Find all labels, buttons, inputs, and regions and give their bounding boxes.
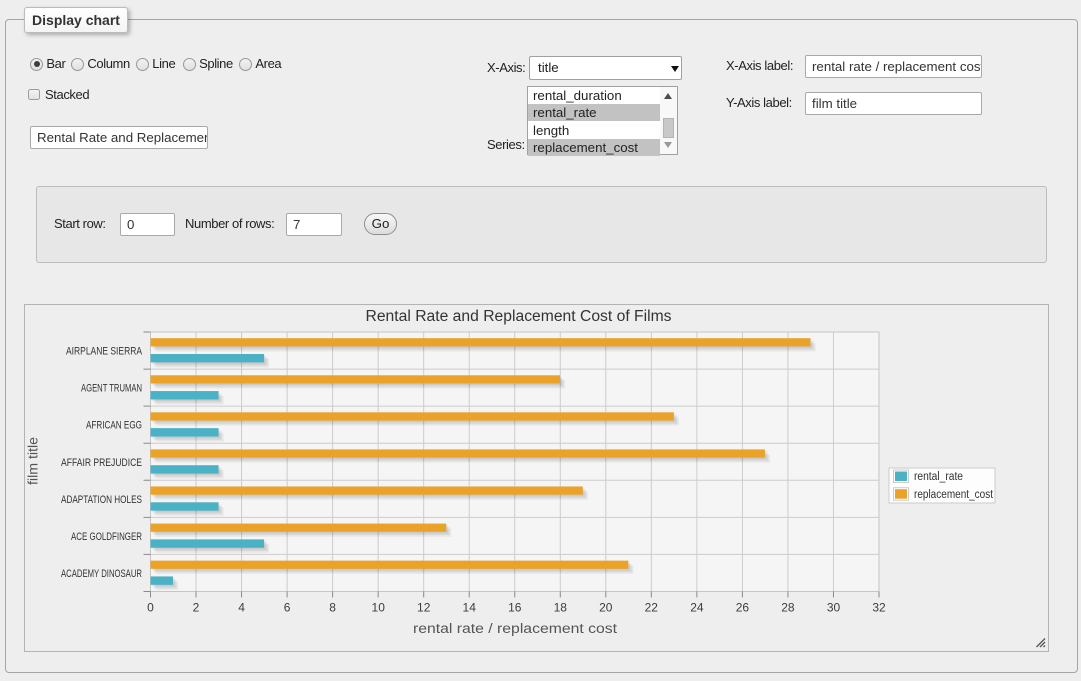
svg-text:10: 10 bbox=[372, 601, 386, 615]
svg-text:4: 4 bbox=[238, 601, 245, 615]
svg-text:ACADEMY DINOSAUR: ACADEMY DINOSAUR bbox=[61, 568, 142, 580]
svg-text:22: 22 bbox=[645, 601, 659, 615]
svg-text:AGENT TRUMAN: AGENT TRUMAN bbox=[81, 383, 142, 395]
svg-text:18: 18 bbox=[554, 601, 568, 615]
svg-text:8: 8 bbox=[329, 601, 336, 615]
svg-text:26: 26 bbox=[736, 601, 750, 615]
svg-text:rental rate / replacement cost: rental rate / replacement cost bbox=[413, 621, 617, 636]
svg-text:ADAPTATION HOLES: ADAPTATION HOLES bbox=[61, 494, 142, 506]
svg-text:28: 28 bbox=[781, 601, 795, 615]
svg-text:Rental Rate and Replacement Co: Rental Rate and Replacement Cost of Film… bbox=[366, 308, 672, 325]
svg-text:ACE GOLDFINGER: ACE GOLDFINGER bbox=[71, 531, 142, 543]
svg-text:14: 14 bbox=[463, 601, 477, 615]
svg-text:film title: film title bbox=[26, 437, 41, 485]
svg-text:AIRPLANE SIERRA: AIRPLANE SIERRA bbox=[66, 346, 143, 358]
svg-text:20: 20 bbox=[599, 601, 613, 615]
svg-text:AFFAIR PREJUDICE: AFFAIR PREJUDICE bbox=[61, 457, 142, 469]
svg-text:0: 0 bbox=[147, 601, 154, 615]
svg-text:24: 24 bbox=[690, 601, 704, 615]
svg-text:30: 30 bbox=[827, 601, 841, 615]
svg-text:AFRICAN EGG: AFRICAN EGG bbox=[86, 420, 142, 432]
svg-text:rental_rate: rental_rate bbox=[914, 471, 963, 483]
svg-text:16: 16 bbox=[508, 601, 522, 615]
svg-text:2: 2 bbox=[193, 601, 200, 615]
svg-text:12: 12 bbox=[417, 601, 431, 615]
svg-text:6: 6 bbox=[284, 601, 291, 615]
svg-text:32: 32 bbox=[872, 601, 886, 615]
svg-text:replacement_cost: replacement_cost bbox=[914, 489, 994, 501]
